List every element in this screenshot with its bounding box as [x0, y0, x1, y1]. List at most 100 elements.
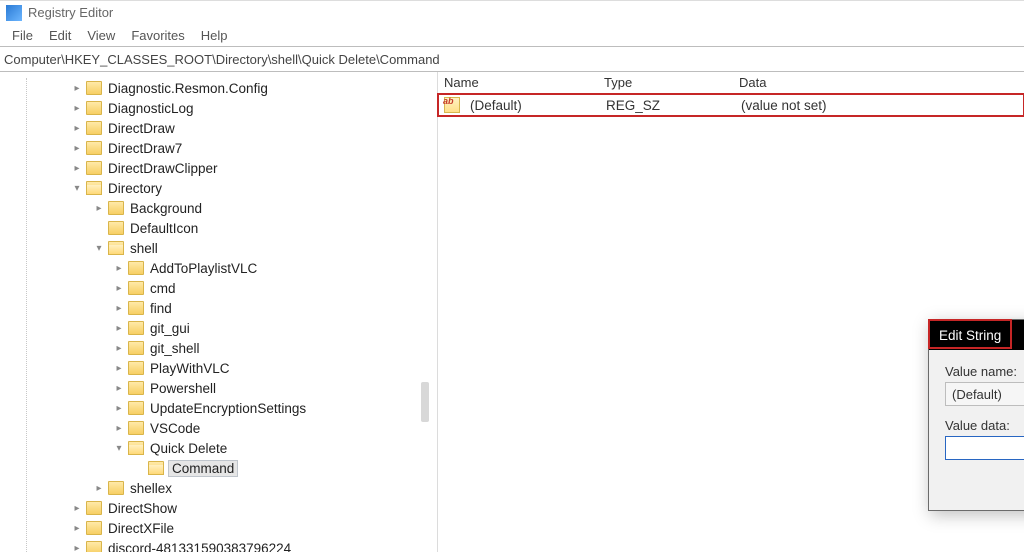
tree-item-label: DirectDraw	[106, 121, 177, 136]
expand-icon[interactable]	[70, 103, 84, 114]
tree-item[interactable]: AddToPlaylistVLC	[4, 258, 437, 278]
folder-icon	[108, 241, 124, 255]
tree-item[interactable]: DirectShow	[4, 498, 437, 518]
expand-icon[interactable]	[112, 383, 126, 394]
menu-help[interactable]: Help	[193, 26, 236, 45]
tree-item[interactable]: git_shell	[4, 338, 437, 358]
folder-icon	[108, 481, 124, 495]
expand-icon[interactable]	[112, 423, 126, 434]
content-area: Diagnostic.Resmon.Config DiagnosticLog Dir…	[0, 72, 1024, 552]
expand-icon[interactable]	[70, 523, 84, 534]
tree-item[interactable]: Powershell	[4, 378, 437, 398]
expand-icon[interactable]	[112, 283, 126, 294]
expand-icon[interactable]	[112, 323, 126, 334]
folder-icon	[86, 161, 102, 175]
expand-icon[interactable]	[92, 203, 106, 214]
expand-icon[interactable]	[70, 123, 84, 134]
value-data-label: Value data:	[945, 418, 1024, 433]
tree-item[interactable]: UpdateEncryptionSettings	[4, 398, 437, 418]
tree-item-label: DiagnosticLog	[106, 101, 196, 116]
folder-icon	[128, 321, 144, 335]
tree-item[interactable]: git_gui	[4, 318, 437, 338]
tree-item-label: DirectShow	[106, 501, 179, 516]
folder-icon	[128, 261, 144, 275]
tree-item[interactable]: Diagnostic.Resmon.Config	[4, 78, 437, 98]
value-row[interactable]: (Default) REG_SZ (value not set)	[438, 94, 1024, 116]
col-header-type[interactable]: Type	[598, 75, 733, 90]
folder-icon	[128, 381, 144, 395]
tree-item-label: DefaultIcon	[128, 221, 200, 236]
titlebar: Registry Editor	[0, 0, 1024, 24]
expand-icon[interactable]	[112, 403, 126, 414]
expand-icon[interactable]	[112, 263, 126, 274]
folder-icon	[148, 461, 164, 475]
tree-item-label: Directory	[106, 181, 164, 196]
menu-favorites[interactable]: Favorites	[123, 26, 192, 45]
tree-item[interactable]: Directory	[4, 178, 437, 198]
tree-item-label: PlayWithVLC	[148, 361, 232, 376]
value-data-cell: (value not set)	[735, 98, 1024, 113]
expand-icon[interactable]	[112, 343, 126, 354]
expand-icon[interactable]	[70, 143, 84, 154]
expand-icon[interactable]	[70, 503, 84, 514]
expand-icon[interactable]	[70, 543, 84, 552]
tree-item[interactable]: DirectXFile	[4, 518, 437, 538]
folder-icon	[86, 141, 102, 155]
expand-icon[interactable]	[112, 363, 126, 374]
folder-icon	[128, 341, 144, 355]
tree-item[interactable]: DefaultIcon	[4, 218, 437, 238]
collapse-icon[interactable]	[70, 183, 84, 194]
tree-item[interactable]: PlayWithVLC	[4, 358, 437, 378]
tree-item[interactable]: shellex	[4, 478, 437, 498]
address-bar[interactable]: Computer\HKEY_CLASSES_ROOT\Directory\she…	[0, 46, 1024, 72]
tree-item[interactable]: Background	[4, 198, 437, 218]
tree-item[interactable]: shell	[4, 238, 437, 258]
expand-icon[interactable]	[70, 83, 84, 94]
values-pane: Name Type Data (Default) REG_SZ (value n…	[438, 72, 1024, 552]
splitter-handle[interactable]	[421, 382, 429, 422]
highlight-box	[928, 319, 1012, 349]
tree-item[interactable]: Quick Delete	[4, 438, 437, 458]
tree-item-label: find	[148, 301, 174, 316]
menu-edit[interactable]: Edit	[41, 26, 79, 45]
tree-item[interactable]: discord-481331590383796224	[4, 538, 437, 552]
address-path: Computer\HKEY_CLASSES_ROOT\Directory\she…	[4, 52, 440, 67]
app-icon	[6, 5, 22, 21]
value-type-cell: REG_SZ	[600, 98, 735, 113]
registry-tree[interactable]: Diagnostic.Resmon.Config DiagnosticLog Dir…	[4, 78, 437, 552]
collapse-icon[interactable]	[92, 243, 106, 254]
tree-item[interactable]: DiagnosticLog	[4, 98, 437, 118]
tree-item[interactable]: VSCode	[4, 418, 437, 438]
tree-item-label: UpdateEncryptionSettings	[148, 401, 308, 416]
menu-file[interactable]: File	[4, 26, 41, 45]
tree-item-label: git_shell	[148, 341, 202, 356]
folder-icon	[128, 281, 144, 295]
folder-icon	[128, 361, 144, 375]
dialog-buttons: OK Cancel	[945, 474, 1024, 498]
folder-icon	[128, 421, 144, 435]
tree-item[interactable]: cmd	[4, 278, 437, 298]
tree-item-label: DirectXFile	[106, 521, 176, 536]
folder-icon	[86, 541, 102, 552]
value-name-input[interactable]	[945, 382, 1024, 406]
tree-item-label: DirectDraw7	[106, 141, 184, 156]
menu-view[interactable]: View	[79, 26, 123, 45]
tree-item[interactable]: DirectDrawClipper	[4, 158, 437, 178]
col-header-name[interactable]: Name	[438, 75, 598, 90]
tree-item[interactable]: DirectDraw7	[4, 138, 437, 158]
expand-icon[interactable]	[92, 483, 106, 494]
collapse-icon[interactable]	[112, 443, 126, 454]
tree-item-label: Background	[128, 201, 204, 216]
col-header-data[interactable]: Data	[733, 75, 1024, 90]
expand-icon[interactable]	[70, 163, 84, 174]
folder-icon	[108, 201, 124, 215]
tree-item[interactable]: DirectDraw	[4, 118, 437, 138]
expand-icon[interactable]	[112, 303, 126, 314]
tree-item[interactable]: find	[4, 298, 437, 318]
tree-item-label: VSCode	[148, 421, 202, 436]
tree-item-label: git_gui	[148, 321, 192, 336]
tree-item[interactable]: Command	[4, 458, 437, 478]
folder-icon	[86, 501, 102, 515]
tree-pane: Diagnostic.Resmon.Config DiagnosticLog Dir…	[0, 72, 438, 552]
value-data-input[interactable]	[945, 436, 1024, 460]
